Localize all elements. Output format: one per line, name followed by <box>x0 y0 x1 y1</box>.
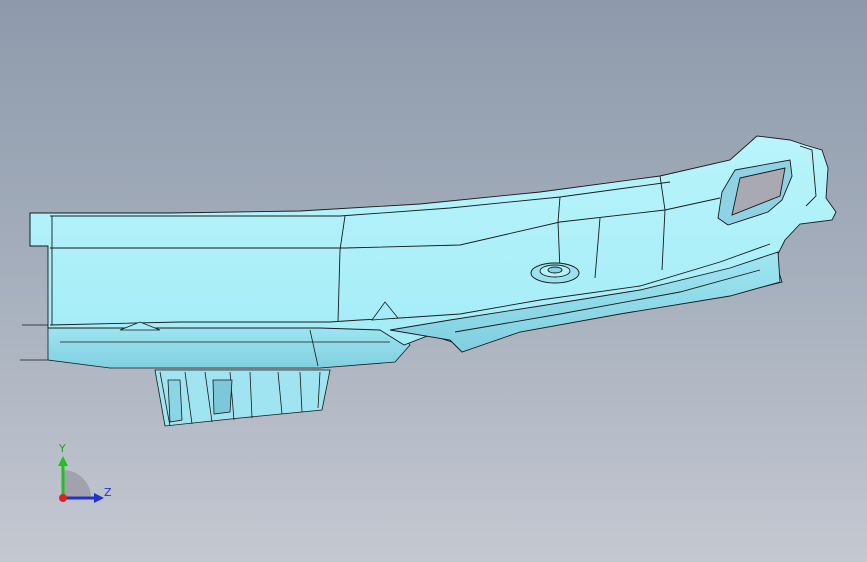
axis-triad: Y Z <box>48 440 118 510</box>
3d-viewport[interactable]: Y Z <box>0 0 867 562</box>
rib-cluster <box>154 369 331 427</box>
triad-plane-icon <box>63 470 91 498</box>
cad-part-model[interactable] <box>0 0 867 562</box>
x-axis-dot <box>59 494 67 502</box>
mounting-boss <box>530 262 580 284</box>
main-body-surface <box>29 135 837 353</box>
y-axis-label: Y <box>59 442 66 455</box>
z-axis-label: Z <box>104 486 112 499</box>
bottom-rail <box>20 324 411 369</box>
